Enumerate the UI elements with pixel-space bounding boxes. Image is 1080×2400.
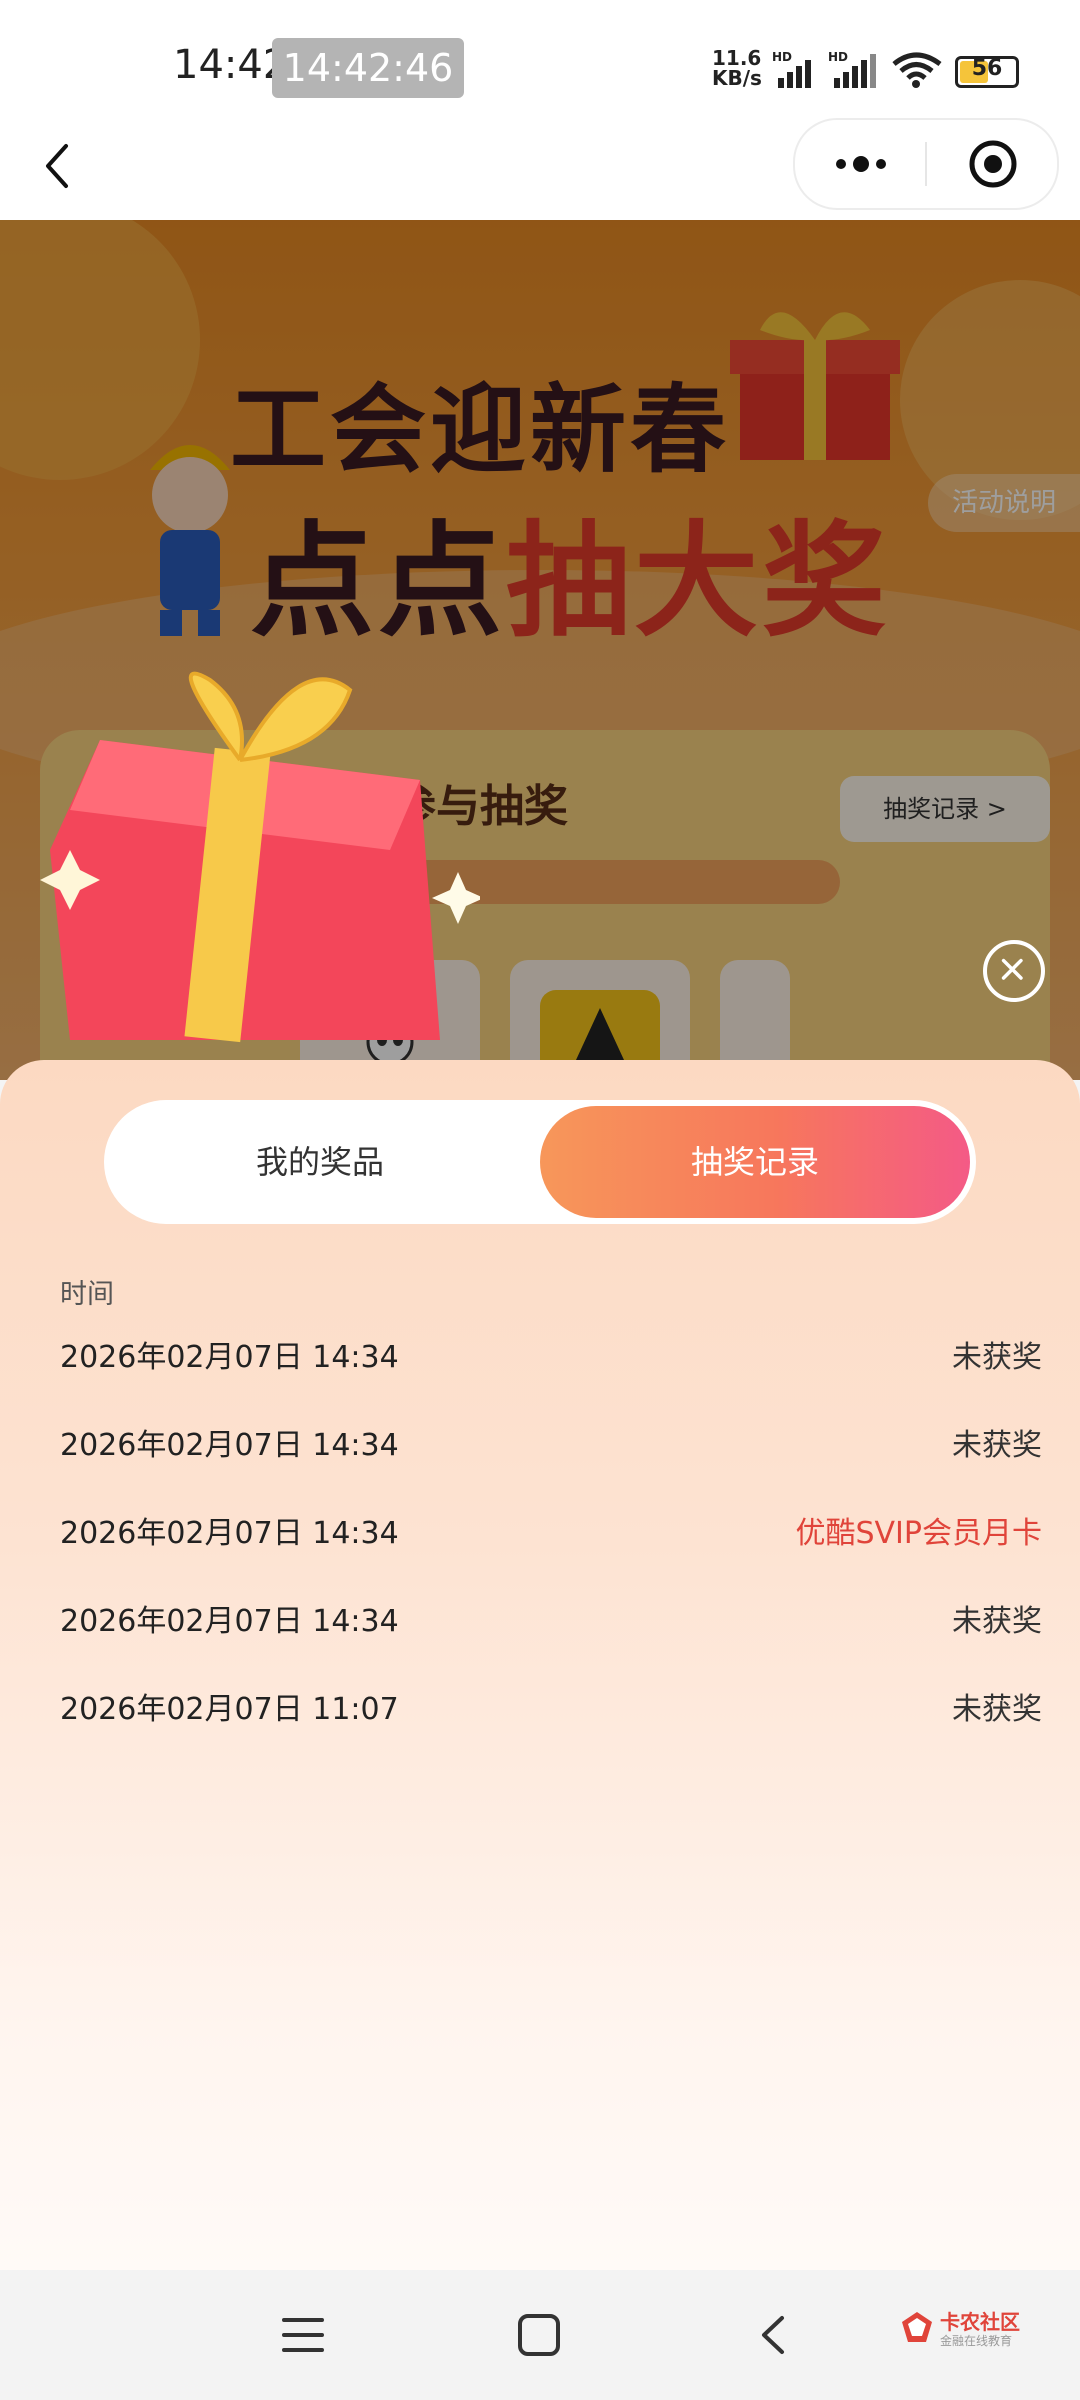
mini-program-capsule: [793, 118, 1059, 210]
nav-bar: [0, 110, 1080, 220]
record-result: 未获奖: [952, 1692, 1042, 1727]
sheet-tabs: 我的奖品 抽奖记录: [104, 1100, 976, 1224]
record-time: 2026年02月07日 14:34: [60, 1516, 399, 1551]
watermark-sub: 金融在线教育: [940, 2334, 1013, 2348]
home-icon[interactable]: [516, 2312, 562, 2358]
record-time: 2026年02月07日 14:34: [60, 1604, 399, 1639]
watermark-logo-icon: [902, 2312, 932, 2342]
capsule-divider: [925, 142, 927, 186]
signal-1-icon: HD: [772, 50, 811, 88]
column-header-time: 时间: [60, 1279, 114, 1310]
record-row: 2026年02月07日 11:07 未获奖: [60, 1684, 1042, 1740]
svg-text:HD: HD: [772, 50, 792, 64]
record-result-won: 优酷SVIP会员月卡: [795, 1516, 1042, 1551]
tab-draw-records[interactable]: 抽奖记录: [540, 1106, 970, 1218]
back-arrow-icon[interactable]: [32, 136, 92, 196]
record-time: 2026年02月07日 14:34: [60, 1428, 399, 1463]
record-time: 2026年02月07日 14:34: [60, 1340, 399, 1375]
network-speed-unit: KB/s: [712, 66, 762, 90]
record-row: 2026年02月07日 14:34 未获奖: [60, 1420, 1042, 1476]
more-dots-icon[interactable]: [831, 144, 891, 184]
record-result: 未获奖: [952, 1340, 1042, 1375]
status-time: 14:42: [173, 42, 289, 88]
network-speed: 11.6 KB/s: [712, 48, 762, 88]
floating-gift-icon: [40, 671, 480, 1043]
back-nav-icon[interactable]: [752, 2312, 798, 2358]
record-row: 2026年02月07日 14:34 未获奖: [60, 1596, 1042, 1652]
watermark-name: 卡农社区: [940, 2310, 1020, 2334]
record-row: 2026年02月07日 14:34 优酷SVIP会员月卡: [60, 1508, 1042, 1564]
watermark: 卡农社区 金融在线教育: [900, 2306, 1050, 2350]
record-time: 2026年02月07日 11:07: [60, 1692, 399, 1727]
close-modal-icon[interactable]: [983, 940, 1045, 1002]
system-navigation-bar: 卡农社区 金融在线教育: [0, 2270, 1080, 2400]
network-speed-value: 11.6: [712, 46, 762, 70]
record-result: 未获奖: [952, 1604, 1042, 1639]
record-row: 2026年02月07日 14:34 未获奖: [60, 1332, 1042, 1388]
wifi-icon: [892, 52, 942, 88]
close-program-icon[interactable]: [967, 138, 1019, 190]
clock-badge: 14:42:46: [272, 38, 464, 98]
draw-record-sheet: 我的奖品 抽奖记录 时间 2026年02月07日 14:34 未获奖 2026年…: [0, 1060, 1080, 2270]
tab-my-prizes[interactable]: 我的奖品: [110, 1106, 530, 1218]
menu-icon[interactable]: [280, 2312, 326, 2358]
record-result: 未获奖: [952, 1428, 1042, 1463]
signal-2-icon: HD: [828, 50, 876, 88]
battery-icon: 56: [955, 56, 1019, 88]
svg-text:HD: HD: [828, 50, 848, 64]
battery-level: 56: [971, 56, 1003, 81]
